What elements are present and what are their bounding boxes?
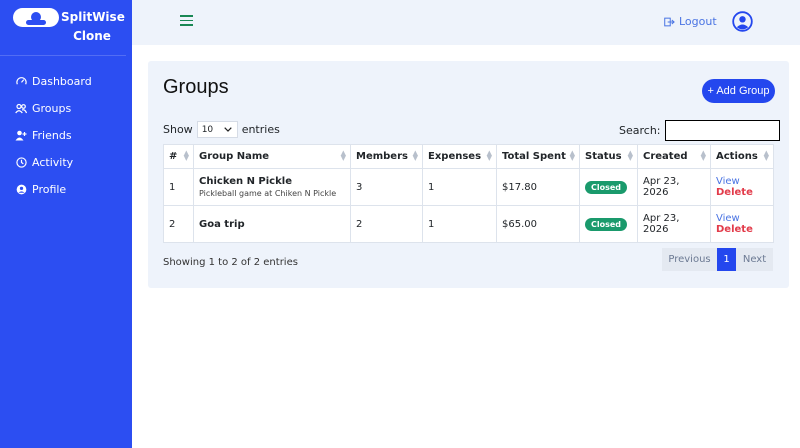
cell-expenses: 1 [422, 168, 497, 206]
brand-logo-icon [13, 8, 59, 27]
sort-icon: ▲ ▼ [486, 149, 492, 162]
pagination-next-button[interactable]: Next [736, 248, 773, 271]
column-header-total-spent[interactable]: Total Spent ▲ ▼ [496, 144, 580, 169]
add-group-button[interactable]: + Add Group [702, 79, 775, 103]
pagination-page-button[interactable]: 1 [717, 248, 736, 271]
cell-members: 2 [350, 205, 423, 243]
sort-icon: ▲ ▼ [183, 149, 189, 162]
delete-link[interactable]: Delete [716, 224, 768, 235]
gauge-icon [15, 76, 27, 88]
view-link[interactable]: View [716, 213, 768, 224]
users-icon [15, 103, 27, 115]
search-label: Search: [619, 124, 661, 137]
search-control: Search: [619, 120, 780, 141]
topbar: Logout [132, 0, 800, 45]
user-avatar-icon[interactable] [732, 11, 753, 32]
entries-select[interactable]: 10 [196, 121, 238, 138]
entries-length-control: Show 10 entries [163, 121, 280, 138]
pagination: Previous 1 Next [662, 248, 773, 271]
sidebar-item-label: Groups [32, 102, 72, 115]
view-link[interactable]: View [716, 176, 768, 187]
sort-icon: ▲ ▼ [763, 149, 769, 162]
table-header-row: # ▲ ▼ Group Name ▲ ▼ Members ▲ ▼ Expenses ▲ ▼ To… [163, 144, 774, 169]
sidebar-item-groups[interactable]: Groups [0, 95, 132, 122]
page-title: Groups [163, 76, 229, 98]
cell-actions: View Delete [710, 168, 774, 206]
groups-card: Groups + Add Group Show 10 entries Searc… [148, 61, 789, 288]
sidebar-item-label: Activity [32, 156, 74, 169]
column-header-group-name[interactable]: Group Name ▲ ▼ [193, 144, 351, 169]
entries-select-value: 10 [201, 124, 214, 135]
brand-name: SplitWise Clone [61, 10, 125, 43]
sidebar-item-label: Friends [32, 129, 72, 142]
status-badge: Closed [585, 180, 628, 194]
group-description: Pickleball game at Chiken N Pickle [199, 189, 337, 198]
sort-icon: ▲ ▼ [412, 149, 418, 162]
table-row: 2 Goa trip 2 1 $65.00 Closed Apr 23, 202… [163, 205, 774, 243]
sidebar-item-profile[interactable]: Profile [0, 176, 132, 203]
sort-icon: ▲ ▼ [340, 149, 346, 162]
group-name: Chicken N Pickle [199, 176, 292, 187]
clock-icon [15, 157, 27, 169]
search-input[interactable] [664, 120, 780, 141]
groups-table: # ▲ ▼ Group Name ▲ ▼ Members ▲ ▼ Expenses ▲ ▼ To… [163, 144, 774, 243]
sort-icon: ▲ ▼ [569, 149, 575, 162]
entries-label: entries [241, 123, 280, 136]
delete-link[interactable]: Delete [716, 187, 768, 198]
cell-number: 1 [163, 168, 194, 206]
cell-status: Closed [579, 168, 638, 206]
table-row: 1 Chicken N Pickle Pickleball game at Ch… [163, 168, 774, 206]
column-header-members[interactable]: Members ▲ ▼ [350, 144, 423, 169]
sort-icon: ▲ ▼ [627, 149, 633, 162]
column-header-created[interactable]: Created ▲ ▼ [637, 144, 711, 169]
cell-expenses: 1 [422, 205, 497, 243]
logout-icon [664, 17, 675, 27]
table-info: Showing 1 to 2 of 2 entries [163, 257, 298, 268]
cell-total-spent: $17.80 [496, 168, 580, 206]
logout-label: Logout [679, 15, 717, 28]
cell-actions: View Delete [710, 205, 774, 243]
column-header-actions[interactable]: Actions ▲ ▼ [710, 144, 774, 169]
cell-created: Apr 23, 2026 [637, 205, 711, 243]
sidebar-item-label: Dashboard [32, 75, 92, 88]
column-header-status[interactable]: Status ▲ ▼ [579, 144, 638, 169]
sidebar-item-friends[interactable]: Friends [0, 122, 132, 149]
status-badge: Closed [585, 217, 628, 231]
sidebar-nav: Dashboard Groups Friends Activity Profil… [0, 56, 132, 203]
cell-group-name: Chicken N Pickle Pickleball game at Chik… [193, 168, 351, 206]
user-circle-icon [15, 184, 27, 196]
cell-created: Apr 23, 2026 [637, 168, 711, 206]
sidebar: SplitWise Clone Dashboard Groups Friends… [0, 0, 132, 448]
chevron-down-icon [223, 125, 232, 135]
cell-members: 3 [350, 168, 423, 206]
cell-number: 2 [163, 205, 194, 243]
cell-total-spent: $65.00 [496, 205, 580, 243]
show-label: Show [163, 123, 193, 136]
cell-group-name: Goa trip [193, 205, 351, 243]
logout-link[interactable]: Logout [664, 15, 717, 28]
column-header-number[interactable]: # ▲ ▼ [163, 144, 194, 169]
brand[interactable]: SplitWise Clone [0, 0, 126, 56]
menu-toggle-icon[interactable] [180, 15, 193, 27]
sidebar-item-label: Profile [32, 183, 67, 196]
sort-icon: ▲ ▼ [700, 149, 706, 162]
user-plus-icon [15, 130, 27, 142]
sidebar-item-activity[interactable]: Activity [0, 149, 132, 176]
pagination-previous-button[interactable]: Previous [662, 248, 717, 271]
sidebar-item-dashboard[interactable]: Dashboard [0, 68, 132, 95]
cell-status: Closed [579, 205, 638, 243]
column-header-expenses[interactable]: Expenses ▲ ▼ [422, 144, 497, 169]
group-name: Goa trip [199, 218, 245, 230]
